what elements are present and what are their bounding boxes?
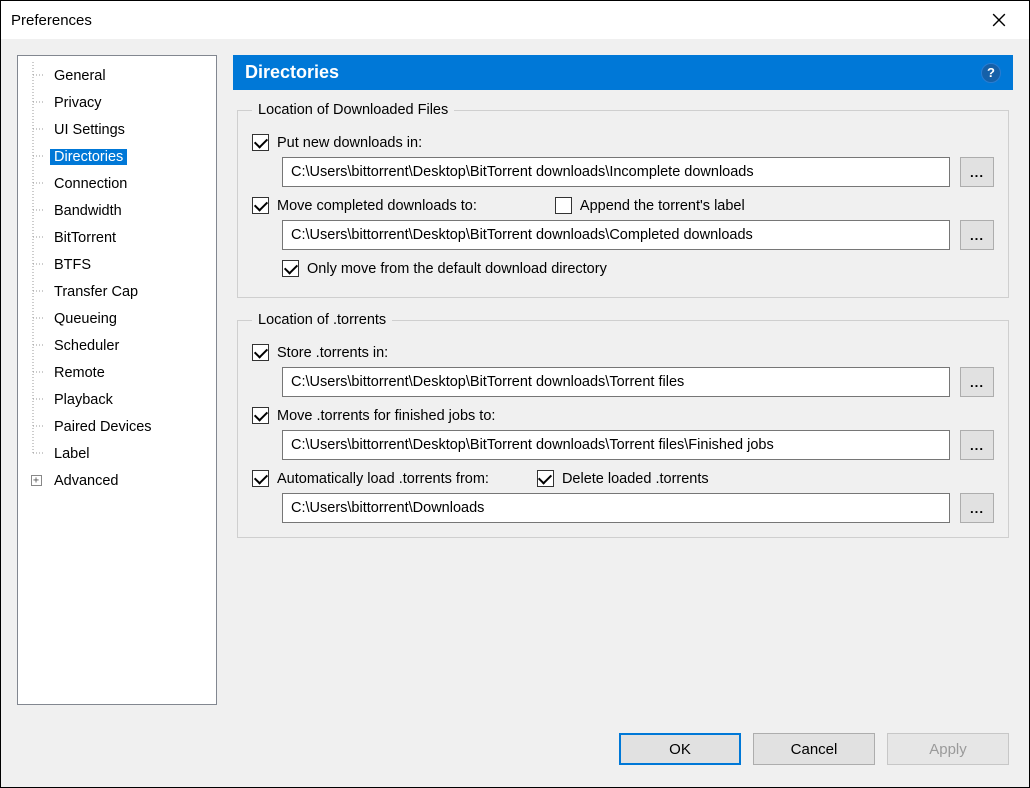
close-button[interactable] [979,1,1019,39]
panel-header: Directories ? [233,55,1013,90]
tree-item-label: Queueing [50,311,121,327]
tree-item-playback[interactable]: Playback [22,386,212,413]
checkbox-autoload-torrents[interactable] [252,470,269,487]
tree-item-bandwidth[interactable]: Bandwidth [22,197,212,224]
input-move-finished-torrents-path[interactable] [282,430,950,460]
checkbox-put-new-downloads[interactable] [252,134,269,151]
label-delete-loaded-torrents[interactable]: Delete loaded .torrents [562,471,709,487]
checkbox-delete-loaded-torrents[interactable] [537,470,554,487]
tree-branch-icon [22,278,50,305]
tree-branch-icon [22,386,50,413]
label-autoload-torrents[interactable]: Automatically load .torrents from: [277,471,489,487]
apply-button[interactable]: Apply [887,733,1009,765]
tree-item-paired-devices[interactable]: Paired Devices [22,413,212,440]
tree-item-label: Directories [50,149,127,165]
tree-item-label: UI Settings [50,122,129,138]
tree-branch-icon [22,197,50,224]
tree-item-label: Transfer Cap [50,284,142,300]
tree-item-label: Paired Devices [50,419,156,435]
tree-item-label: Bandwidth [50,203,126,219]
browse-move-finished-torrents[interactable]: ... [960,430,994,460]
tree-item-ui-settings[interactable]: UI Settings [22,116,212,143]
browse-autoload[interactable]: ... [960,493,994,523]
label-move-completed[interactable]: Move completed downloads to: [277,198,477,214]
settings-panel: Directories ? Location of Downloaded Fil… [233,55,1013,705]
label-append-label[interactable]: Append the torrent's label [580,198,745,214]
tree-item-connection[interactable]: Connection [22,170,212,197]
input-move-completed-path[interactable] [282,220,950,250]
label-put-new-downloads[interactable]: Put new downloads in: [277,135,422,151]
tree-item-bittorrent[interactable]: BitTorrent [22,224,212,251]
close-icon [992,13,1006,27]
checkbox-store-torrents[interactable] [252,344,269,361]
tree-branch-icon [22,62,50,89]
checkbox-move-finished-torrents[interactable] [252,407,269,424]
tree-item-label: Advanced [50,473,123,489]
group-legend: Location of .torrents [252,312,392,328]
tree-branch-icon [22,89,50,116]
tree-item-label: BitTorrent [50,230,120,246]
tree-item-queueing[interactable]: Queueing [22,305,212,332]
tree-item-remote[interactable]: Remote [22,359,212,386]
ok-button[interactable]: OK [619,733,741,765]
checkbox-append-label[interactable] [555,197,572,214]
label-move-finished-torrents[interactable]: Move .torrents for finished jobs to: [277,408,495,424]
help-icon[interactable]: ? [981,63,1001,83]
tree-branch-icon [22,170,50,197]
tree-item-label: BTFS [50,257,95,273]
tree-item-label: Privacy [50,95,106,111]
tree-item-general[interactable]: General [22,62,212,89]
checkbox-move-completed[interactable] [252,197,269,214]
tree-branch-icon [22,143,50,170]
group-downloaded-files: Location of Downloaded Files Put new dow… [237,102,1009,298]
tree-item-btfs[interactable]: BTFS [22,251,212,278]
input-put-new-downloads-path[interactable] [282,157,950,187]
panel-body: Location of Downloaded Files Put new dow… [233,90,1013,705]
tree-branch-icon [22,305,50,332]
tree-item-label[interactable]: Label [22,440,212,467]
tree-branch-icon [22,359,50,386]
input-store-torrents-path[interactable] [282,367,950,397]
category-tree: General Privacy UI Settings Directories Conn… [17,55,217,705]
tree-branch-icon [22,332,50,359]
tree-item-label: Label [50,446,93,462]
cancel-button[interactable]: Cancel [753,733,875,765]
tree-item-privacy[interactable]: Privacy [22,89,212,116]
tree-item-label: Scheduler [50,338,123,354]
tree-branch-icon [22,116,50,143]
tree-item-label: General [50,68,110,84]
tree-item-label: Playback [50,392,117,408]
group-torrent-location: Location of .torrents Store .torrents in… [237,312,1009,538]
tree-item-scheduler[interactable]: Scheduler [22,332,212,359]
tree-branch-icon [22,413,50,440]
tree-item-transfer-cap[interactable]: Transfer Cap [22,278,212,305]
group-legend: Location of Downloaded Files [252,102,454,118]
dialog-footer: OK Cancel Apply [1,721,1029,787]
browse-put-new-downloads[interactable]: ... [960,157,994,187]
checkbox-only-move-default[interactable] [282,260,299,277]
tree-item-label: Connection [50,176,131,192]
tree-item-advanced[interactable]: +Advanced [22,467,212,494]
tree-branch-icon [22,251,50,278]
window-title: Preferences [11,12,979,29]
label-only-move-default[interactable]: Only move from the default download dire… [307,261,607,277]
tree-expand-icon[interactable]: + [22,475,50,486]
tree-item-label: Remote [50,365,109,381]
titlebar: Preferences [1,1,1029,39]
tree-item-directories[interactable]: Directories [22,143,212,170]
panel-title: Directories [245,62,339,83]
content-area: General Privacy UI Settings Directories Conn… [1,39,1029,721]
input-autoload-path[interactable] [282,493,950,523]
browse-store-torrents[interactable]: ... [960,367,994,397]
tree-branch-icon [22,224,50,251]
label-store-torrents[interactable]: Store .torrents in: [277,345,388,361]
tree-branch-icon [22,440,50,467]
preferences-window: Preferences General Privacy UI Settings Dir… [0,0,1030,788]
browse-move-completed[interactable]: ... [960,220,994,250]
